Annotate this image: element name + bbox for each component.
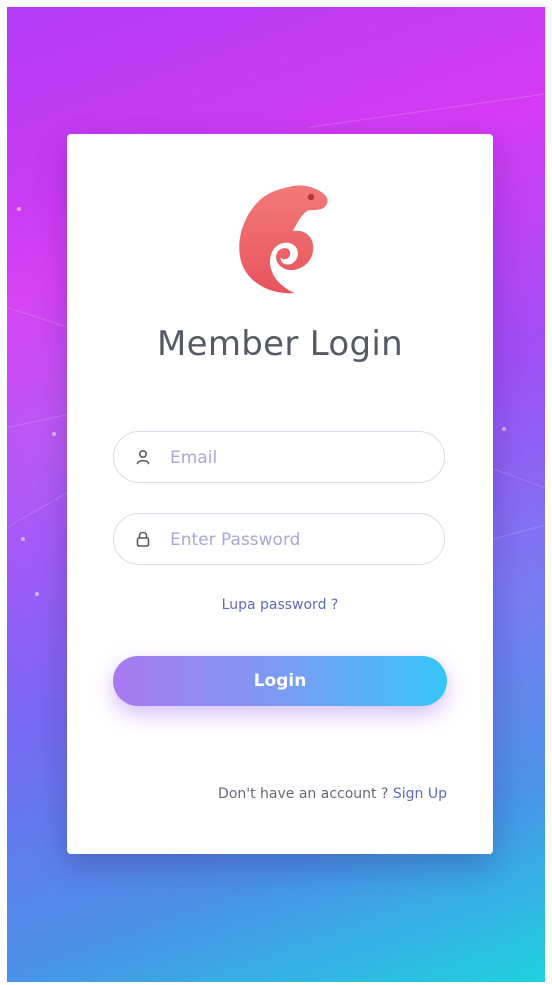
background-dot (21, 537, 25, 541)
background-line (306, 93, 545, 128)
background-dot (52, 432, 56, 436)
password-input[interactable] (168, 514, 432, 566)
signup-row: Don't have an account ? Sign Up (218, 786, 447, 802)
chameleon-logo-icon (239, 185, 328, 294)
user-icon (136, 449, 150, 465)
password-field[interactable] (113, 513, 445, 566)
login-card: Member Login Lupa password ? Login Don't… (67, 134, 493, 854)
background: Member Login Lupa password ? Login Don't… (7, 7, 545, 982)
email-input[interactable] (168, 432, 432, 484)
signup-link[interactable]: Sign Up (393, 786, 447, 802)
background-dot (17, 207, 21, 211)
forgot-password-link[interactable]: Lupa password ? (67, 597, 493, 613)
login-button[interactable]: Login (113, 656, 447, 706)
signup-prompt: Don't have an account ? (218, 786, 389, 802)
lock-icon (136, 531, 150, 547)
page-title: Member Login (157, 324, 403, 364)
background-dot (35, 592, 39, 596)
background-dot (502, 427, 506, 431)
email-field[interactable] (113, 431, 445, 484)
